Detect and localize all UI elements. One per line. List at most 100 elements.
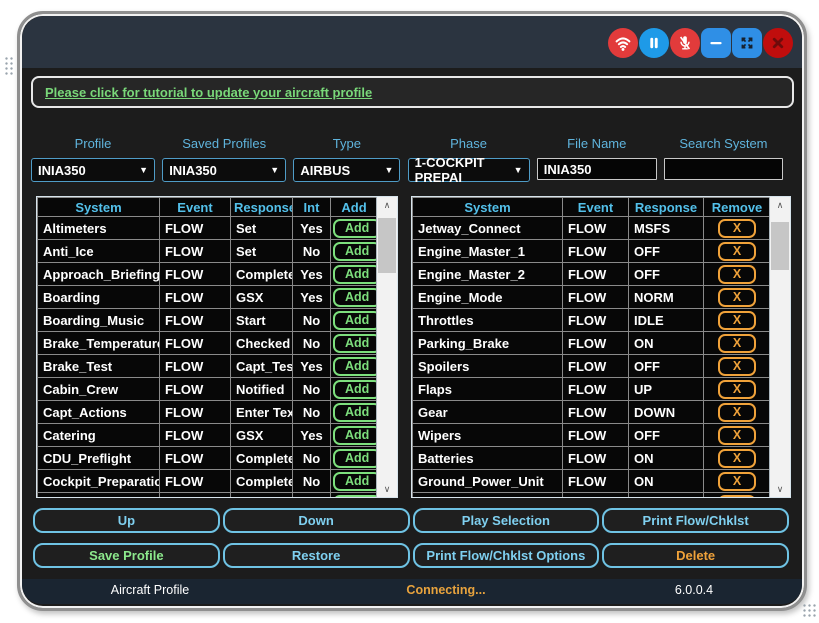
up-button[interactable]: Up <box>33 508 220 533</box>
cell-add: Add <box>331 286 377 309</box>
available-table-row[interactable]: Brake_TestFLOWCapt_TestYesAdd <box>38 355 377 378</box>
add-button[interactable]: Add <box>333 219 376 238</box>
add-button[interactable]: Add <box>333 495 376 498</box>
profile-table-row[interactable]: Engine_Master_1FLOWOFFX <box>413 240 770 263</box>
type-dropdown[interactable]: AIRBUS ▼ <box>293 158 400 182</box>
add-button[interactable]: Add <box>333 472 376 491</box>
scrollbar-thumb[interactable] <box>771 222 789 270</box>
wifi-button[interactable] <box>608 28 638 58</box>
available-table-row[interactable]: Capt_ActionsFLOWEnter TextNoAdd <box>38 401 377 424</box>
remove-button[interactable]: X <box>718 311 756 330</box>
profile-table-row[interactable]: Ground_Power_UnitFLOWONX <box>413 470 770 493</box>
resize-grip[interactable] <box>802 603 817 619</box>
profile-table-row[interactable]: BatteriesFLOWONX <box>413 447 770 470</box>
remove-button[interactable]: X <box>718 288 756 307</box>
profile-table-row[interactable]: Engine_Master_2FLOWOFFX <box>413 263 770 286</box>
profile-table-row[interactable]: Parking_BrakeFLOWONX <box>413 332 770 355</box>
add-button[interactable]: Add <box>333 265 376 284</box>
available-table-row[interactable]: Cockpit_PreparationFLOWCompletedNoAdd <box>38 470 377 493</box>
cell-remove: X <box>704 355 770 378</box>
remove-button[interactable]: X <box>718 242 756 261</box>
cell-event: FLOW <box>563 240 629 263</box>
print-flow-chklst-options-button[interactable]: Print Flow/Chklst Options <box>413 543 600 568</box>
wifi-icon <box>611 31 635 55</box>
add-button[interactable]: Add <box>333 288 376 307</box>
available-table-row[interactable]: Brake_TemperatureFLOWCheckedNoAdd <box>38 332 377 355</box>
phase-dropdown[interactable]: 1-COCKPIT PREPAI ▼ <box>408 158 530 182</box>
add-button[interactable]: Add <box>333 449 376 468</box>
remove-button[interactable]: X <box>718 380 756 399</box>
available-table-scrollbar[interactable]: ∧ ∨ <box>376 197 397 497</box>
remove-button[interactable]: X <box>718 472 756 491</box>
add-button[interactable]: Add <box>333 311 376 330</box>
available-table-row[interactable]: AltimetersFLOWSetYesAdd <box>38 217 377 240</box>
close-button[interactable] <box>763 28 793 58</box>
remove-button[interactable]: X <box>718 357 756 376</box>
profile-dropdown[interactable]: INIA350 ▼ <box>31 158 155 182</box>
col-header-response: Response <box>231 198 293 217</box>
file-name-input[interactable] <box>537 158 657 180</box>
tutorial-link[interactable]: Please click for tutorial to update your… <box>45 85 372 100</box>
available-table-row[interactable]: BoardingFLOWGSXYesAdd <box>38 286 377 309</box>
profile-table-row[interactable]: Engine_ModeFLOWNORMX <box>413 286 770 309</box>
remove-button[interactable]: X <box>718 403 756 422</box>
profile-table-row[interactable]: X <box>413 493 770 498</box>
remove-button[interactable]: X <box>718 265 756 284</box>
profile-table-body: Jetway_ConnectFLOWMSFSXEngine_Master_1FL… <box>413 217 770 498</box>
profile-table-row[interactable]: FlapsFLOWUPX <box>413 378 770 401</box>
add-button[interactable]: Add <box>333 334 376 353</box>
saved-profiles-dropdown[interactable]: INIA350 ▼ <box>162 158 286 182</box>
cell-system: Cockpit_Preparation <box>38 470 160 493</box>
scroll-up-icon[interactable]: ∧ <box>770 197 790 213</box>
available-table-row[interactable]: Anti_IceFLOWSetNoAdd <box>38 240 377 263</box>
profile-table-row[interactable]: WipersFLOWOFFX <box>413 424 770 447</box>
remove-button[interactable]: X <box>718 495 756 498</box>
add-button[interactable]: Add <box>333 242 376 261</box>
pause-button[interactable] <box>639 28 669 58</box>
scroll-up-icon[interactable]: ∧ <box>377 197 397 213</box>
remove-button[interactable]: X <box>718 334 756 353</box>
available-table-row[interactable]: Add <box>38 493 377 498</box>
available-table-row[interactable]: Boarding_MusicFLOWStartNoAdd <box>38 309 377 332</box>
profile-table-row[interactable]: SpoilersFLOWOFFX <box>413 355 770 378</box>
resize-grip[interactable] <box>4 56 15 75</box>
add-button[interactable]: Add <box>333 426 376 445</box>
minimize-button[interactable] <box>701 28 731 58</box>
print-flow-chklst-button[interactable]: Print Flow/Chklst <box>602 508 789 533</box>
restore-button[interactable]: Restore <box>223 543 410 568</box>
cell-event: FLOW <box>563 378 629 401</box>
cell-response: ON <box>629 447 704 470</box>
cell-response: ON <box>629 332 704 355</box>
play-selection-button[interactable]: Play Selection <box>413 508 600 533</box>
add-button[interactable]: Add <box>333 403 376 422</box>
delete-button[interactable]: Delete <box>602 543 789 568</box>
save-profile-button[interactable]: Save Profile <box>33 543 220 568</box>
available-table-row[interactable]: CDU_PreflightFLOWCompletedNoAdd <box>38 447 377 470</box>
available-table-row[interactable]: CateringFLOWGSXYesAdd <box>38 424 377 447</box>
available-table-row[interactable]: Cabin_CrewFLOWNotifiedNoAdd <box>38 378 377 401</box>
statusbar: Aircraft Profile Connecting... 6.0.0.4 <box>22 579 802 604</box>
statusbar-tab-aircraft-profile[interactable]: Aircraft Profile <box>111 583 190 597</box>
remove-button[interactable]: X <box>718 426 756 445</box>
profile-table-scrollbar[interactable]: ∧ ∨ <box>769 197 790 497</box>
version-label: 6.0.0.4 <box>675 583 713 597</box>
scroll-down-icon[interactable]: ∨ <box>770 481 790 497</box>
remove-button[interactable]: X <box>718 449 756 468</box>
mute-mic-button[interactable] <box>670 28 700 58</box>
maximize-button[interactable] <box>732 28 762 58</box>
profile-table-row[interactable]: ThrottlesFLOWIDLEX <box>413 309 770 332</box>
window-controls <box>608 28 793 58</box>
down-button[interactable]: Down <box>223 508 410 533</box>
profile-table-row[interactable]: GearFLOWDOWNX <box>413 401 770 424</box>
available-table-row[interactable]: Approach_BriefingFLOWCompletedYesAdd <box>38 263 377 286</box>
add-button[interactable]: Add <box>333 357 376 376</box>
scroll-down-icon[interactable]: ∨ <box>377 481 397 497</box>
scrollbar-thumb[interactable] <box>378 218 396 273</box>
search-system-input[interactable] <box>664 158 783 180</box>
add-button[interactable]: Add <box>333 380 376 399</box>
cell-add: Add <box>331 447 377 470</box>
tutorial-banner: Please click for tutorial to update your… <box>31 76 794 108</box>
profile-table-row[interactable]: Jetway_ConnectFLOWMSFSX <box>413 217 770 240</box>
cell-event: FLOW <box>160 378 231 401</box>
remove-button[interactable]: X <box>718 219 756 238</box>
